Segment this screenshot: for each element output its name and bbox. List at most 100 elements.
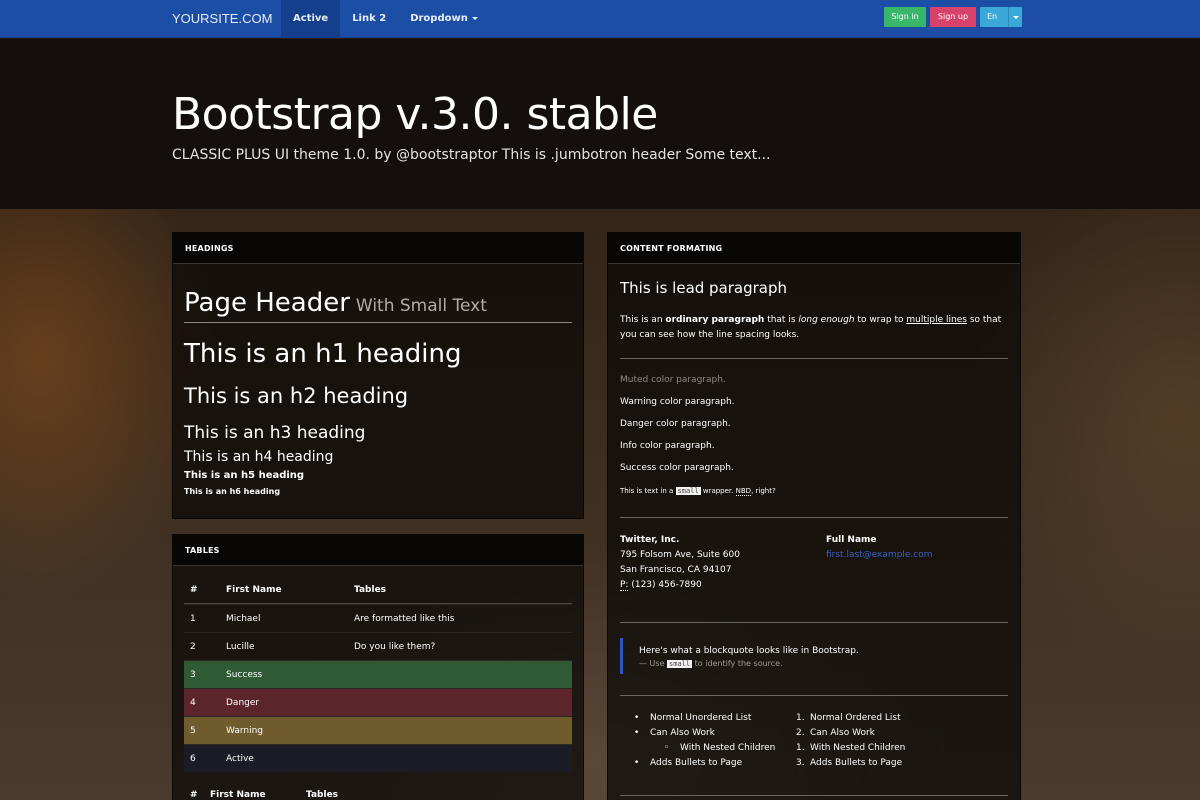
list-item: Normal Unordered List: [634, 711, 784, 726]
h2-heading: This is an h2 heading: [184, 384, 409, 408]
table-cell: 3: [190, 669, 196, 680]
paragraph-text: This is an: [620, 315, 663, 325]
table-cell: Lucille: [226, 641, 255, 652]
nav-link-active[interactable]: Active: [281, 0, 341, 38]
list-item: 3. Adds Bullets to Page: [796, 756, 946, 771]
paragraph-text: to wrap to: [857, 315, 904, 325]
inline-code: small: [675, 487, 701, 495]
h4-heading: This is an h4 heading: [184, 449, 334, 465]
list-item: 1. With Nested Children: [796, 741, 946, 756]
jumbotron: Bootstrap v.3.0. stable CLASSIC PLUS UI …: [0, 39, 1200, 209]
success-paragraph: Success color paragraph.: [620, 463, 734, 473]
nav-dropdown[interactable]: Dropdown: [398, 0, 490, 38]
table-row[interactable]: 1 Michael Are formatted like this: [184, 604, 572, 632]
table-header-cell: #: [190, 790, 198, 800]
email-link[interactable]: first.last@example.com: [826, 550, 933, 560]
h6-heading: This is an h6 heading: [184, 487, 281, 496]
table-cell: 2: [190, 641, 196, 652]
list-number: 1.: [796, 713, 805, 723]
table-row-warning[interactable]: 5 Warning: [184, 716, 572, 744]
table-cell: Success: [226, 669, 263, 680]
address-block: Twitter, Inc. 795 Folsom Ave, Suite 600 …: [620, 533, 740, 593]
list-item-text: With Nested Children: [810, 743, 906, 753]
second-table-header-row: # First Name Tables: [184, 790, 572, 800]
list-number: 1.: [796, 743, 805, 753]
lists-row: Normal Unordered List Can Also Work With…: [634, 711, 946, 771]
paragraph-text: , right?: [751, 487, 776, 495]
table-row[interactable]: 2 Lucille Do you like them?: [184, 632, 572, 660]
table-row-success[interactable]: 3 Success: [184, 660, 572, 688]
divider: [620, 695, 1008, 696]
unordered-list: Normal Unordered List Can Also Work With…: [634, 711, 784, 771]
address-company: Twitter, Inc.: [620, 535, 680, 545]
paragraph-text: that is: [767, 315, 796, 325]
paragraph-underline: multiple lines: [906, 315, 967, 325]
paragraph-em: long enough: [798, 315, 855, 325]
table-cell: Warning: [226, 725, 264, 736]
paragraph-text: wrapper.: [702, 487, 734, 495]
data-table: # First Name Tables 1 Michael Are format…: [184, 576, 572, 772]
phone-abbr[interactable]: P:: [620, 580, 629, 591]
list-item-text: Adds Bullets to Page: [810, 758, 903, 768]
list-number: 2.: [796, 728, 805, 738]
list-item-text: Can Also Work: [810, 728, 875, 738]
address-line: San Francisco, CA 94107: [620, 565, 732, 575]
language-label: En: [987, 12, 998, 21]
table-row-danger[interactable]: 4 Danger: [184, 688, 572, 716]
list-item: Can Also Work: [634, 726, 784, 741]
small-text-paragraph: This is text in a small wrapper. NBD, ri…: [620, 487, 776, 496]
paragraph-text: This is text in a: [620, 487, 674, 495]
phone-number: (123) 456-7890: [631, 580, 702, 590]
brand-logo[interactable]: YOURSITE.COM: [172, 0, 272, 38]
table-row-active[interactable]: 6 Active: [184, 744, 572, 772]
nested-list-item: With Nested Children: [634, 741, 784, 756]
panel-title: TABLES: [173, 535, 583, 566]
blockquote-text: Here's what a blockquote looks like in B…: [639, 646, 859, 656]
nav-link-2[interactable]: Link 2: [340, 0, 398, 38]
divider: [620, 622, 1008, 623]
footer-text: — Use: [639, 659, 665, 668]
sign-in-button[interactable]: Sign in: [884, 7, 926, 27]
jumbotron-subtitle: CLASSIC PLUS UI theme 1.0. by @bootstrap…: [172, 147, 771, 163]
nav-dropdown-label: Dropdown: [410, 13, 468, 24]
nav-buttons: Sign in Sign up En: [884, 7, 1022, 27]
blockquote: Here's what a blockquote looks like in B…: [620, 638, 1008, 674]
table-cell: 4: [190, 697, 196, 708]
jumbotron-title: Bootstrap v.3.0. stable: [172, 89, 658, 140]
table-cell: Do you like them?: [354, 641, 436, 652]
list-item: 2. Can Also Work: [796, 726, 946, 741]
language-dropdown[interactable]: En: [980, 7, 1022, 27]
list-item: Adds Bullets to Page: [634, 756, 784, 771]
table-cell: 5: [190, 725, 196, 736]
divider: [620, 517, 1008, 518]
caret-down-icon[interactable]: [1008, 7, 1022, 27]
contact-name: Full Name: [826, 535, 877, 545]
danger-paragraph: Danger color paragraph.: [620, 419, 731, 429]
table-cell: 1: [190, 613, 196, 624]
address-contact: Full Name first.last@example.com: [826, 533, 933, 563]
ordinary-paragraph: This is an ordinary paragraph that is lo…: [620, 313, 1010, 343]
caret-down-icon: [471, 16, 478, 20]
table-cell: 6: [190, 753, 196, 764]
blockquote-footer: — Use small to identify the source.: [639, 659, 1008, 668]
warning-paragraph: Warning color paragraph.: [620, 397, 735, 407]
top-navbar: YOURSITE.COM Active Link 2 Dropdown Sign…: [0, 0, 1200, 38]
h5-heading: This is an h5 heading: [184, 470, 305, 481]
info-paragraph: Info color paragraph.: [620, 441, 715, 451]
footer-text: to identify the source.: [694, 659, 783, 668]
page-header: Page Header With Small Text: [184, 288, 572, 323]
table-cell: Danger: [226, 697, 260, 708]
table-header-cell: Tables: [354, 584, 387, 595]
page-header-text: Page Header: [184, 288, 350, 318]
panel-title: HEADINGS: [173, 233, 583, 264]
table-cell: Active: [226, 753, 254, 764]
list-number: 3.: [796, 758, 805, 768]
abbreviation[interactable]: NBD: [735, 487, 752, 496]
inline-code: small: [667, 660, 693, 668]
table-header-cell: #: [190, 584, 198, 595]
table-cell: Are formatted like this: [354, 613, 455, 624]
panel-title: CONTENT FORMATING: [608, 233, 1020, 264]
list-item-text: Normal Ordered List: [810, 713, 901, 723]
paragraph-bold: ordinary paragraph: [665, 315, 765, 325]
sign-up-button[interactable]: Sign up: [930, 7, 976, 27]
